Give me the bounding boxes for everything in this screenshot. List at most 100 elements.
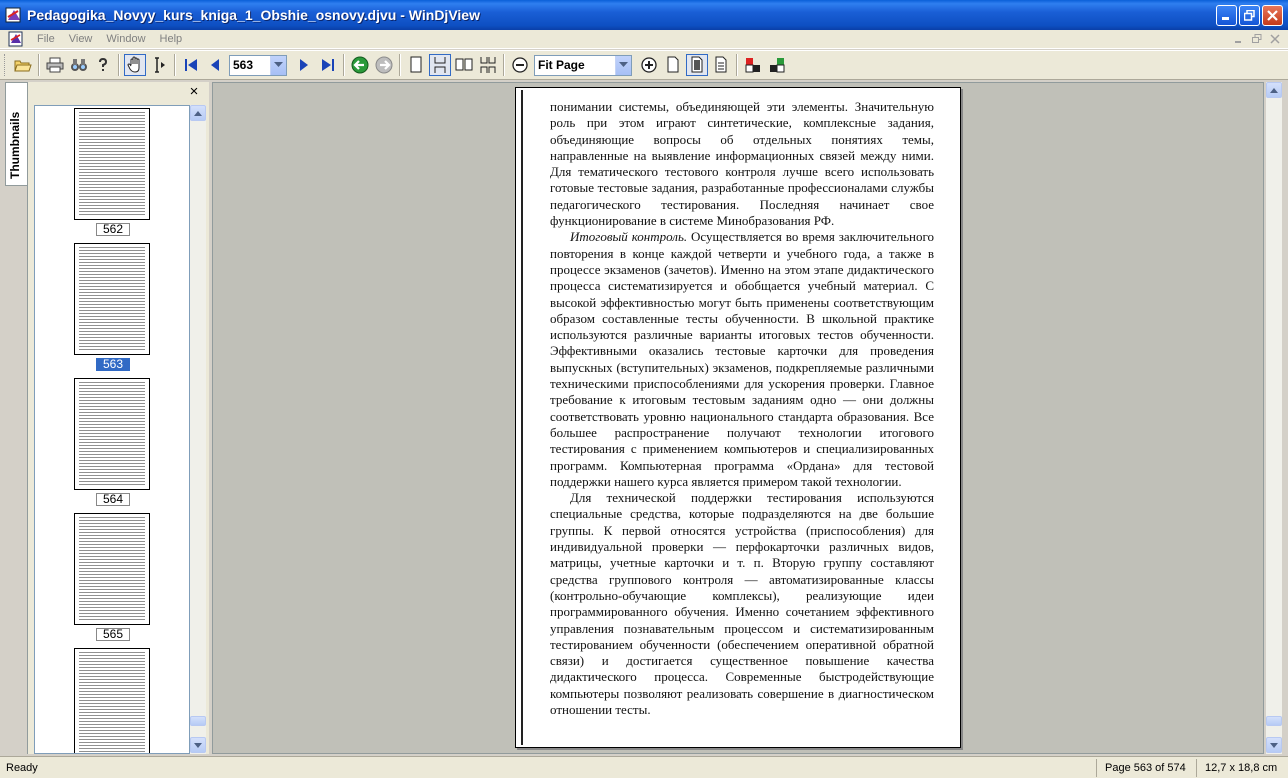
printer-icon <box>46 57 64 73</box>
scroll-up-button[interactable] <box>190 105 206 121</box>
thumbnail-page-563[interactable] <box>74 243 150 355</box>
toolbar-separator <box>174 54 176 76</box>
text-select-icon <box>155 57 165 73</box>
thumbnail-text <box>79 382 145 486</box>
thumbnail-text <box>79 517 145 621</box>
page-text: понимании системы, объединяющей эти элем… <box>550 99 934 718</box>
mdi-minimize-button[interactable] <box>1232 32 1246 45</box>
zoom-out-icon <box>512 57 528 73</box>
paragraph-term: Итоговый контроль. <box>570 229 688 245</box>
paragraph-text: Осуществляется во время заключительного … <box>550 229 934 489</box>
scroll-thumb[interactable] <box>190 716 206 726</box>
menu-window[interactable]: Window <box>99 33 152 45</box>
thumbnail-label-selected[interactable]: 563 <box>96 358 130 371</box>
thumbnail-text <box>79 112 145 216</box>
open-button[interactable] <box>12 54 34 76</box>
zoom-in-button[interactable] <box>638 54 660 76</box>
chevron-down-icon <box>194 742 202 748</box>
toolbar-separator <box>38 54 40 76</box>
rotate-left-icon <box>745 58 760 73</box>
menu-help[interactable]: Help <box>153 33 190 45</box>
actual-size-icon <box>667 56 679 73</box>
scroll-up-button[interactable] <box>1266 82 1282 98</box>
single-page-icon <box>410 56 422 73</box>
forward-arrow-icon <box>375 56 393 74</box>
pan-tool-button[interactable] <box>124 54 146 76</box>
facing-pages-button[interactable] <box>453 54 475 76</box>
paragraph: Для технической поддержки тестирования и… <box>550 490 934 717</box>
select-tool-button[interactable] <box>148 54 170 76</box>
continuous-pages-icon <box>434 57 446 73</box>
actual-size-button[interactable] <box>662 54 684 76</box>
first-page-icon <box>185 59 197 71</box>
page-number-combo[interactable]: 563 <box>229 54 287 76</box>
thumbnail-list[interactable]: 562 563 564 565 <box>34 105 190 754</box>
zoom-dropdown[interactable] <box>615 55 631 75</box>
scroll-down-button[interactable] <box>1266 737 1282 753</box>
chevron-up-icon <box>1270 87 1278 93</box>
help-icon <box>99 57 108 71</box>
mdi-close-button[interactable] <box>1268 32 1282 45</box>
restore-icon <box>1244 10 1255 21</box>
restore-icon <box>1252 33 1262 43</box>
open-folder-icon <box>14 60 32 72</box>
status-page-size: 12,7 x 18,8 cm <box>1196 758 1288 777</box>
menu-view[interactable]: View <box>62 33 100 45</box>
toolbar-separator <box>118 54 120 76</box>
minimize-icon <box>1235 40 1241 43</box>
thumbnail-page-566[interactable] <box>74 648 150 753</box>
single-page-button[interactable] <box>405 54 427 76</box>
document-scrollbar[interactable] <box>1266 82 1282 754</box>
find-button[interactable] <box>68 54 90 76</box>
forward-button[interactable] <box>373 54 395 76</box>
help-button[interactable] <box>92 54 114 76</box>
toolbar-grip[interactable] <box>4 54 7 76</box>
chevron-up-icon <box>194 110 202 116</box>
thumbnail-scrollbar[interactable] <box>190 105 206 754</box>
toolbar: 563 Fit Page <box>0 50 1288 80</box>
continuous-layout-button[interactable] <box>429 54 451 76</box>
continuous-facing-button[interactable] <box>477 54 499 76</box>
mdi-restore-button[interactable] <box>1250 32 1264 45</box>
next-page-button[interactable] <box>293 54 315 76</box>
document-page[interactable]: понимании системы, объединяющей эти элем… <box>515 87 961 748</box>
fit-width-icon <box>715 56 727 73</box>
binoculars-icon <box>71 59 87 71</box>
close-icon <box>1270 33 1280 44</box>
scroll-down-button[interactable] <box>190 737 206 753</box>
thumbnail-page-565[interactable] <box>74 513 150 625</box>
fit-page-icon <box>691 56 703 73</box>
previous-page-button[interactable] <box>204 54 226 76</box>
thumbnail-label[interactable]: 562 <box>96 223 130 236</box>
maximize-button[interactable] <box>1239 5 1260 26</box>
chevron-down-icon <box>274 62 283 67</box>
close-button[interactable] <box>1262 5 1283 26</box>
zoom-out-button[interactable] <box>509 54 531 76</box>
last-page-button[interactable] <box>317 54 339 76</box>
rotate-right-button[interactable] <box>766 54 788 76</box>
thumbnail-page-562[interactable] <box>74 108 150 220</box>
first-page-button[interactable] <box>180 54 202 76</box>
thumbnail-page-564[interactable] <box>74 378 150 490</box>
page-number-dropdown[interactable] <box>270 55 286 75</box>
print-button[interactable] <box>44 54 66 76</box>
tab-thumbnails[interactable]: Thumbnails <box>5 82 27 186</box>
toolbar-separator <box>736 54 738 76</box>
rotate-left-button[interactable] <box>742 54 764 76</box>
scroll-thumb[interactable] <box>1266 716 1282 726</box>
fit-page-button[interactable] <box>686 54 708 76</box>
minimize-button[interactable] <box>1216 5 1237 26</box>
menu-file[interactable]: File <box>30 33 62 45</box>
document-icon[interactable] <box>8 31 24 47</box>
fit-width-button[interactable] <box>710 54 732 76</box>
thumbnail-text <box>79 247 145 351</box>
document-view[interactable]: понимании системы, объединяющей эти элем… <box>212 82 1264 754</box>
toolbar-separator <box>399 54 401 76</box>
last-page-icon <box>322 59 334 71</box>
title-bar[interactable]: Pedagogika_Novyy_kurs_kniga_1_Obshie_osn… <box>0 0 1288 30</box>
thumbnail-label[interactable]: 565 <box>96 628 130 641</box>
close-panel-button[interactable]: × <box>187 84 201 100</box>
zoom-combo[interactable]: Fit Page <box>534 54 632 76</box>
thumbnail-label[interactable]: 564 <box>96 493 130 506</box>
back-button[interactable] <box>349 54 371 76</box>
